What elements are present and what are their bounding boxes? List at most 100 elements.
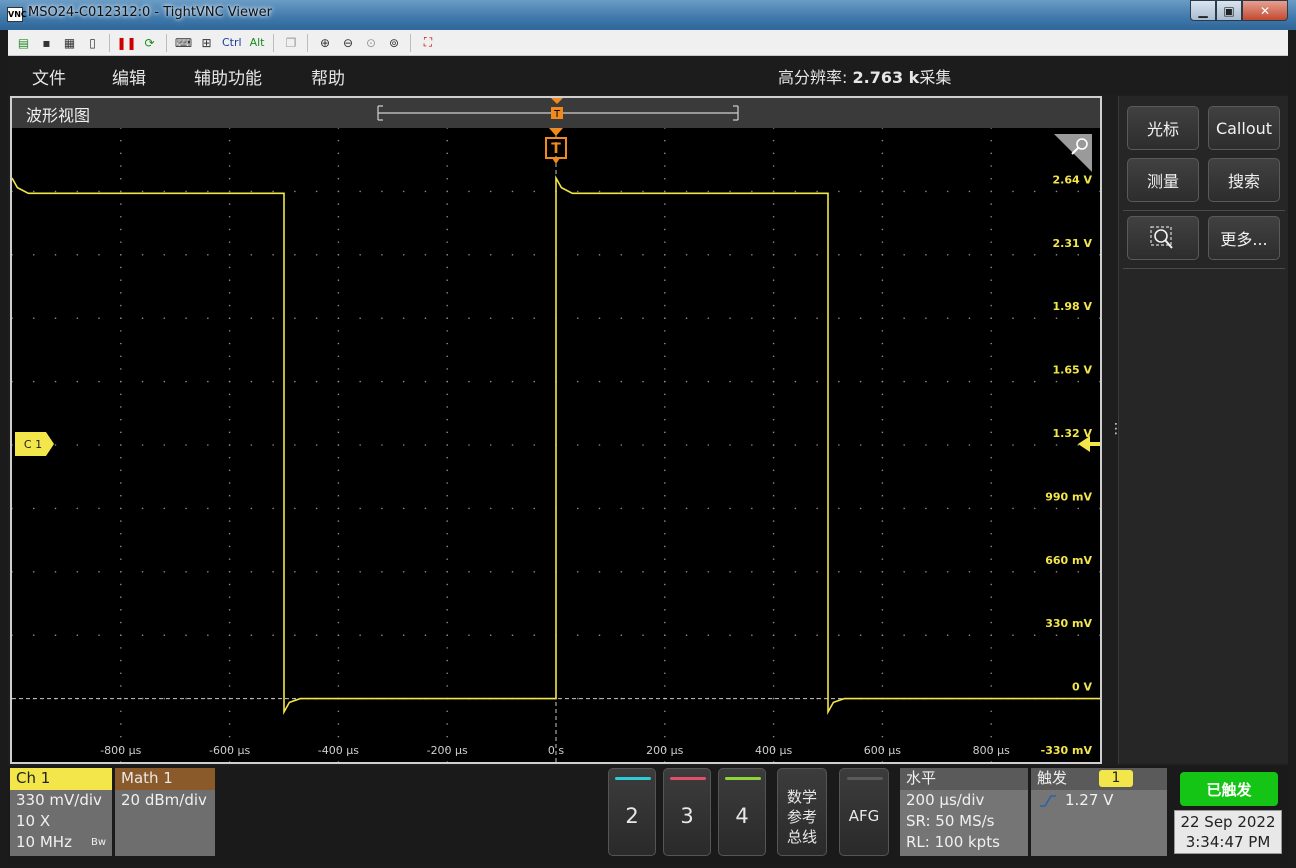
grid-dot xyxy=(598,507,601,510)
menu-utility[interactable]: 辅助功能 xyxy=(194,64,262,89)
grid-dot xyxy=(381,571,383,573)
grid-dot xyxy=(990,177,992,180)
panel-divider xyxy=(1123,268,1285,269)
record-view-bar[interactable]: T xyxy=(12,98,1100,128)
date-text: 22 Sep 2022 xyxy=(1180,813,1276,831)
new-connection-icon[interactable]: ▤ xyxy=(14,33,33,52)
trigger-state-button[interactable]: 已触发 xyxy=(1180,772,1278,806)
grid-dot xyxy=(620,444,623,446)
grid-dot xyxy=(250,444,253,446)
grid-dot xyxy=(228,228,231,231)
zoom-in-icon[interactable]: ⊕ xyxy=(315,33,334,52)
zoom-button[interactable] xyxy=(1127,216,1199,260)
grid-dot xyxy=(120,190,122,193)
callout-button[interactable]: Callout xyxy=(1208,106,1280,150)
grid-dot xyxy=(1012,571,1014,573)
ch4-button[interactable]: 4 xyxy=(718,768,766,856)
grid-dot xyxy=(533,190,536,193)
refresh-icon[interactable]: ⟳ xyxy=(140,33,159,52)
ctrl-key-button[interactable]: Ctrl xyxy=(220,33,244,52)
ctrl-alt-del-icon[interactable]: ⌨ xyxy=(174,33,193,52)
grid-dot xyxy=(968,317,971,319)
grid-dot xyxy=(990,215,992,218)
fullscreen-icon[interactable]: ⛶ xyxy=(418,33,437,52)
grid-dot xyxy=(772,571,775,573)
acquisition-mode[interactable]: 高分辨率: 2.763 k采集 xyxy=(778,64,951,88)
grid-dot xyxy=(946,634,949,636)
math-ref-bus-button[interactable]: 数学 参考 总线 xyxy=(777,768,827,856)
grid-dot xyxy=(1077,317,1080,319)
grid-dot xyxy=(794,571,797,573)
grid-dot xyxy=(816,571,818,573)
clipboard-icon[interactable]: ❐ xyxy=(281,33,300,52)
x-tick-label: 0 s xyxy=(548,744,564,757)
grid-dot xyxy=(163,697,166,700)
minimize-button[interactable]: ▁ xyxy=(1190,0,1216,21)
close-button[interactable]: ✕ xyxy=(1242,0,1288,21)
menu-help[interactable]: 帮助 xyxy=(311,64,345,89)
ch2-button[interactable]: 2 xyxy=(608,768,656,856)
grid-dot xyxy=(446,621,449,624)
record-trigger-pointer xyxy=(551,98,563,104)
ch1-badge[interactable]: Ch 1 330 mV/div 10 X 10 MHz Bw xyxy=(10,768,112,856)
grid-dot xyxy=(315,507,318,510)
grid-dot xyxy=(424,190,427,193)
grid-dot xyxy=(228,215,231,218)
grid-dot xyxy=(207,317,209,319)
zoom-fit-icon[interactable]: ⊚ xyxy=(384,33,403,52)
grid-dot xyxy=(272,634,274,636)
grid-dot xyxy=(772,330,775,332)
afg-button[interactable]: AFG xyxy=(839,768,889,856)
grid-dot xyxy=(1099,507,1101,510)
grid-dot xyxy=(228,368,231,370)
panel-resize-handle[interactable]: ⋮ xyxy=(1109,422,1123,446)
alt-key-button[interactable]: Alt xyxy=(248,33,267,52)
ch3-button[interactable]: 3 xyxy=(663,768,711,856)
grid-dot xyxy=(881,203,884,205)
grid-dot xyxy=(968,444,971,446)
sample-rate: SR: 50 MS/s xyxy=(906,812,995,830)
save-icon[interactable]: ▪ xyxy=(37,33,56,52)
grid-dot xyxy=(446,456,449,459)
waveform-view[interactable]: 波形视图 T 2.64 V 2.31 V 1.98 V 1.65 V 1.32 … xyxy=(10,96,1102,764)
grid-dot xyxy=(337,558,340,560)
trigger-badge[interactable]: 触发 1 1.27 V xyxy=(1031,768,1167,856)
grid-dot xyxy=(511,317,514,319)
grid-dot xyxy=(881,241,884,243)
more-button[interactable]: 更多... xyxy=(1208,216,1280,260)
grid-dot xyxy=(337,152,340,155)
plot-area[interactable]: 2.64 V 2.31 V 1.98 V 1.65 V 1.32 V 990 mV 660 … xyxy=(11,127,1101,763)
grid-dot xyxy=(185,317,187,319)
ch1-probe: 10 X xyxy=(16,812,51,830)
info-icon[interactable]: ▯ xyxy=(83,33,102,52)
grid-dot xyxy=(446,507,449,510)
grid-dot xyxy=(446,583,449,586)
grid-dot xyxy=(620,317,623,319)
grid-dot xyxy=(228,685,231,687)
math1-badge[interactable]: Math 1 20 dBm/div xyxy=(115,768,215,856)
zoom-100-icon[interactable]: ⊙ xyxy=(361,33,380,52)
start-icon[interactable]: ⊞ xyxy=(197,33,216,52)
grid-dot xyxy=(120,127,122,129)
grid-dot xyxy=(228,723,231,725)
menu-edit[interactable]: 编辑 xyxy=(112,64,146,89)
search-button[interactable]: 搜索 xyxy=(1208,158,1280,202)
grid-dot xyxy=(446,406,449,408)
x-tick-label: -400 µs xyxy=(318,744,359,757)
date-time[interactable]: 22 Sep 2022 3:34:47 PM xyxy=(1174,810,1282,854)
grid-dot xyxy=(772,659,775,662)
grid-dot xyxy=(446,330,449,332)
grid-dot xyxy=(228,152,231,155)
cursors-button[interactable]: 光标 xyxy=(1127,106,1199,150)
menu-file[interactable]: 文件 xyxy=(32,64,66,89)
grid-dot xyxy=(294,571,296,573)
horizontal-badge[interactable]: 水平 200 µs/div SR: 50 MS/s RL: 100 kpts xyxy=(900,768,1028,856)
afg-color-bar xyxy=(847,777,883,780)
grid-dot xyxy=(76,380,79,383)
options-icon[interactable]: ▦ xyxy=(60,33,79,52)
measure-button[interactable]: 测量 xyxy=(1127,158,1199,202)
zoom-out-icon[interactable]: ⊖ xyxy=(338,33,357,52)
maximize-button[interactable]: ▣ xyxy=(1216,0,1242,21)
grid-dot xyxy=(903,507,905,510)
pause-icon[interactable]: ❚❚ xyxy=(116,33,136,52)
